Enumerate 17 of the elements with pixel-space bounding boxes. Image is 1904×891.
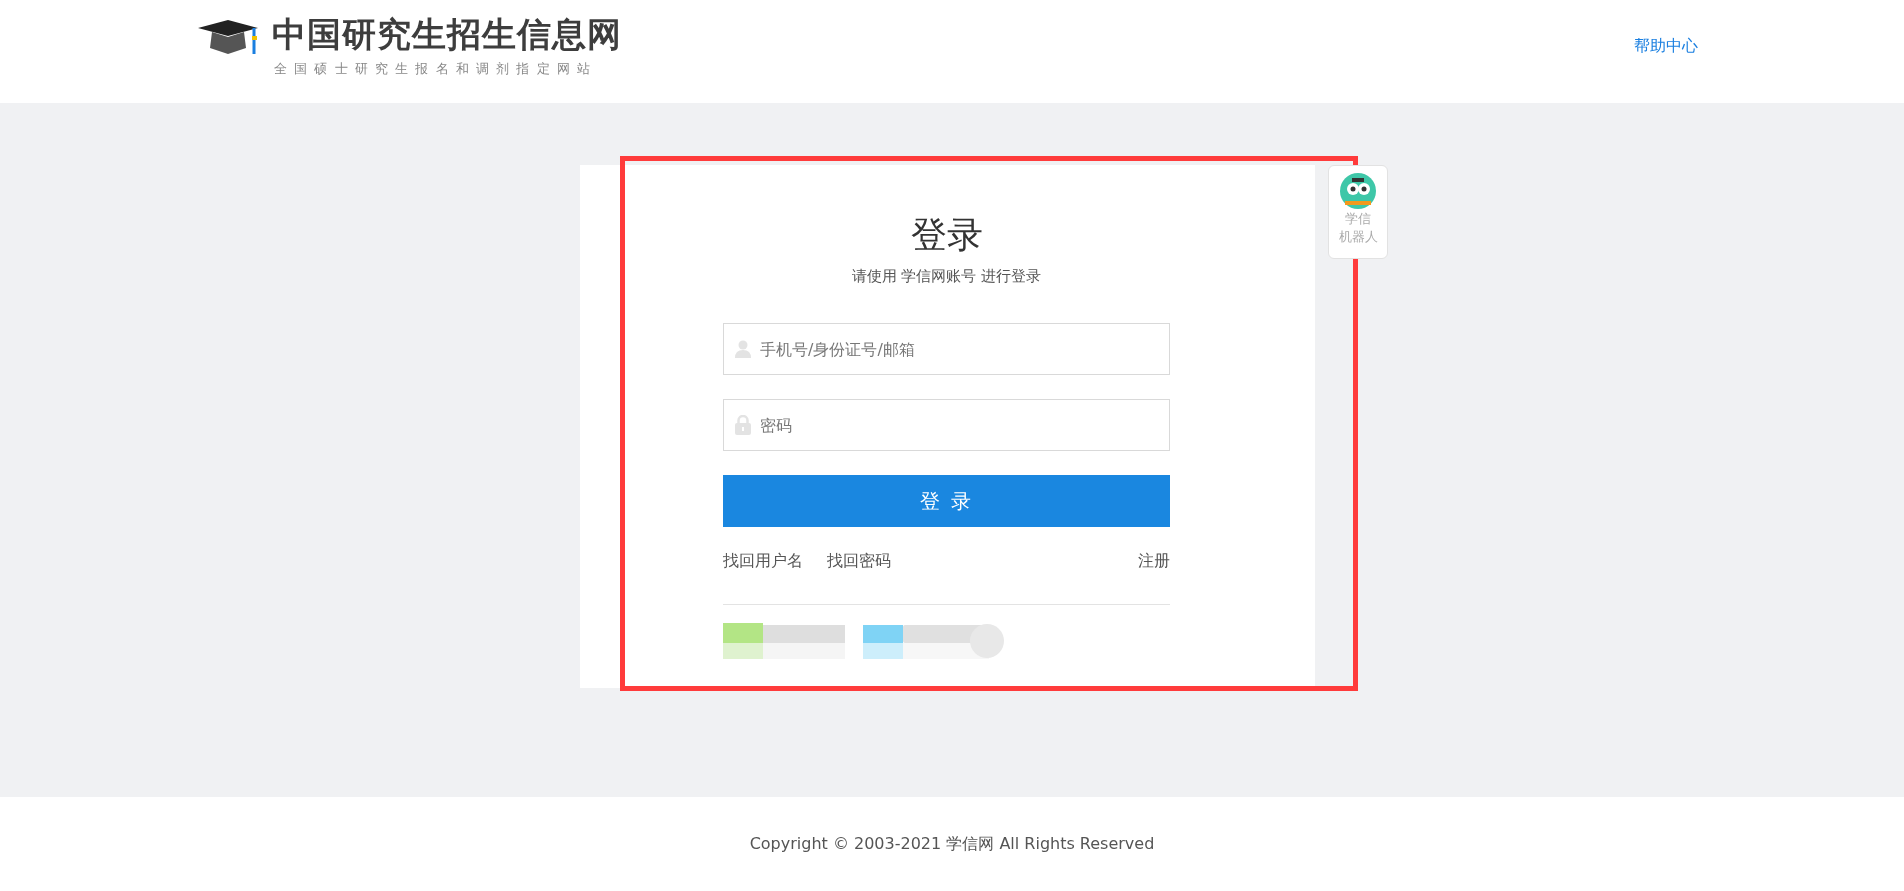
username-field[interactable]: 手机号/身份证号/邮箱 [723, 323, 1170, 375]
copyright-text: Copyright © 2003-2021 学信网 All Rights Reserved [749, 833, 1155, 855]
login-title: 登录 [909, 213, 984, 257]
password-field[interactable]: 密码 [723, 399, 1170, 451]
login-subtitle: 请使用 学信网账号 进行登录 [850, 267, 1043, 286]
help-center-link[interactable]: 帮助中心 [1634, 36, 1698, 57]
assistant-label: 学信 [1344, 210, 1372, 228]
account-link[interactable]: 注册 [1138, 551, 1170, 572]
site-subtitle: 全国硕士研究生报名和调剂指定网站 [274, 59, 599, 78]
assistant-label: 机器人 [1338, 228, 1378, 246]
pixelated-login-option[interactable] [863, 623, 1005, 661]
account-link[interactable]: 找回用户名 [723, 551, 803, 572]
pixelated-login-option[interactable] [723, 623, 845, 661]
login-button[interactable]: 登 录 [723, 475, 1170, 527]
owl-mascot-icon [1339, 172, 1377, 210]
site-title: 中国研究生招生信息网 [272, 13, 622, 54]
account-link[interactable]: 找回密码 [827, 551, 891, 572]
